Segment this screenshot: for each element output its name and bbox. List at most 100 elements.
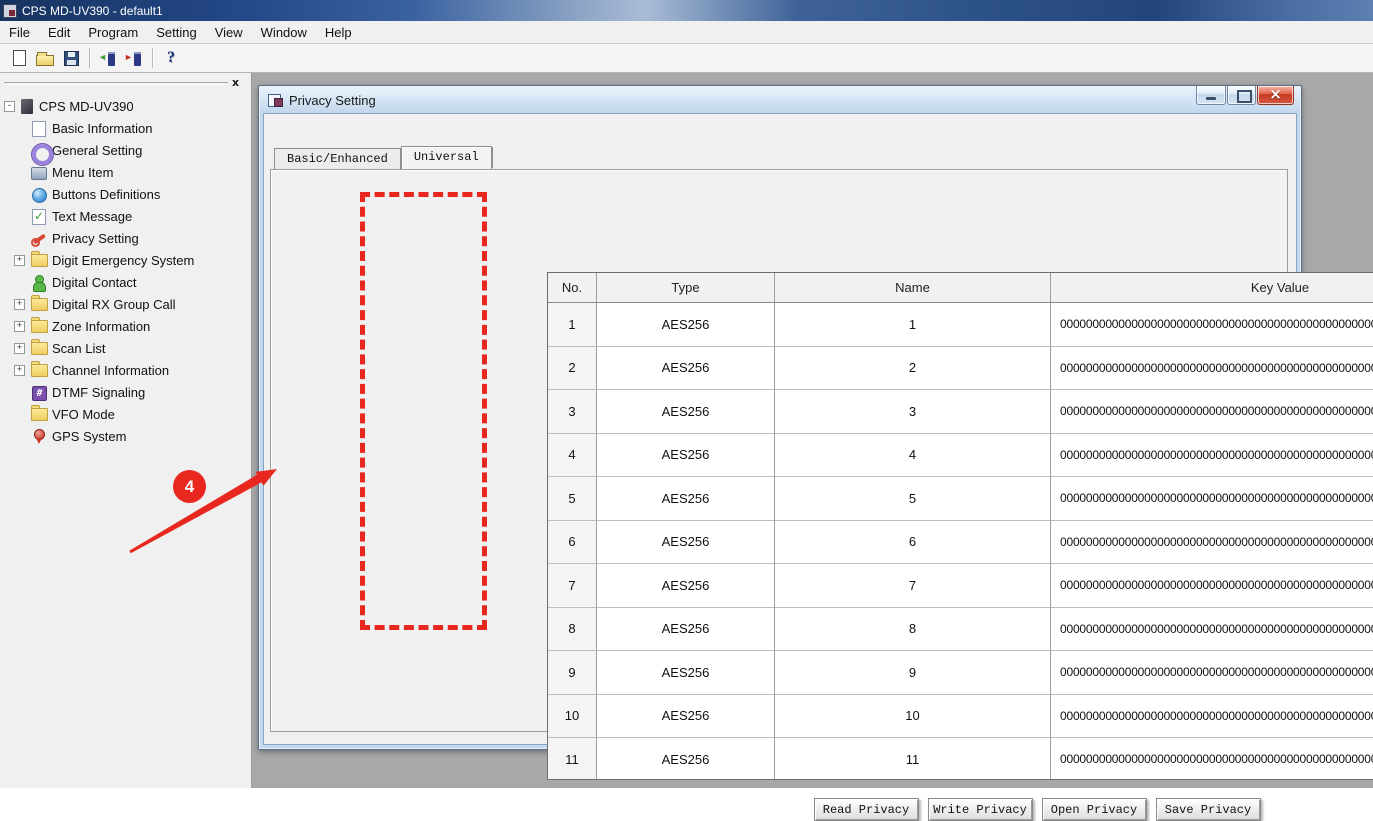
privacy-setting-dialog: Privacy Setting Basic/EnhancedUniversal … [258, 85, 1302, 750]
cell-name: 10 [775, 695, 1051, 739]
cell-type: AES256 [597, 390, 775, 434]
tab-universal[interactable]: Universal [401, 146, 492, 169]
privacy-table: No.TypeNameKey Value 1AES256100000000000… [547, 272, 1373, 780]
cell-key: 0000000000000000000000000000000000000000… [1051, 434, 1373, 478]
button-read-privacy[interactable]: Read Privacy [814, 798, 919, 821]
app-icon [3, 4, 17, 18]
dialog-button-row: Read Privacy Write Privacy Open Privacy Sav… [547, 798, 1373, 821]
sidebar-item-buttons-definitions[interactable]: Buttons Definitions [2, 183, 249, 205]
cell-no: 11 [548, 738, 597, 779]
sidebar-item-basic-information[interactable]: Basic Information [2, 117, 249, 139]
table-row[interactable]: 7AES256700000000000000000000000000000000… [548, 564, 1373, 608]
sidebar-item-digital-rx-group-call[interactable]: +Digital RX Group Call [2, 293, 249, 315]
folder-icon [31, 364, 46, 379]
cell-key: 0000000000000000000000000000000000000000… [1051, 608, 1373, 652]
tree-expander-icon[interactable]: + [14, 343, 25, 354]
table-row[interactable]: 3AES256300000000000000000000000000000000… [548, 390, 1373, 434]
window-title: CPS MD-UV390 - default1 [22, 4, 163, 18]
column-header-key-value: Key Value [1051, 273, 1373, 302]
cell-type: AES256 [597, 738, 775, 779]
gps-icon [31, 429, 46, 444]
cell-no: 9 [548, 651, 597, 695]
toolbar-save-file-button[interactable] [58, 46, 84, 70]
dialog-title-bar[interactable]: Privacy Setting [260, 87, 1300, 113]
tree-expander-icon[interactable]: + [14, 365, 25, 376]
button-open-privacy[interactable]: Open Privacy [1042, 798, 1147, 821]
toolbar-help-button[interactable] [158, 46, 184, 70]
menu-item-setting[interactable]: Setting [147, 21, 205, 43]
cell-no: 3 [548, 390, 597, 434]
sidebar-item-label: Digit Emergency System [52, 253, 194, 268]
table-row[interactable]: 11AES25611000000000000000000000000000000… [548, 738, 1373, 779]
cell-key: 0000000000000000000000000000000000000000… [1051, 564, 1373, 608]
sidebar-item-scan-list[interactable]: +Scan List [2, 337, 249, 359]
sidebar-item-text-message[interactable]: Text Message [2, 205, 249, 227]
sidebar-gripper[interactable] [4, 82, 228, 85]
dialog-title: Privacy Setting [289, 93, 376, 108]
table-row[interactable]: 1AES256100000000000000000000000000000000… [548, 303, 1373, 347]
app-icon [21, 99, 33, 114]
sidebar-item-label: Text Message [52, 209, 132, 224]
menu-item-help[interactable]: Help [316, 21, 361, 43]
folder-icon [31, 254, 46, 269]
table-header-row: No.TypeNameKey Value [548, 273, 1373, 303]
sidebar-item-menu-item[interactable]: Menu Item [2, 161, 249, 183]
sidebar-item-digit-emergency-system[interactable]: + Digit Emergency System [2, 249, 249, 271]
menu-item-window[interactable]: Window [252, 21, 316, 43]
help-icon [167, 49, 175, 67]
sidebar-item-vfo-mode[interactable]: VFO Mode [2, 403, 249, 425]
sidebar-item-privacy-setting[interactable]: Privacy Setting [2, 227, 249, 249]
toolbar-write-to-radio-button[interactable] [121, 46, 147, 70]
cell-name: 7 [775, 564, 1051, 608]
sidebar-item-digital-contact[interactable]: Digital Contact [2, 271, 249, 293]
table-row[interactable]: 6AES256600000000000000000000000000000000… [548, 521, 1373, 565]
tree-expander-icon[interactable]: + [14, 299, 25, 310]
cell-key: 0000000000000000000000000000000000000000… [1051, 651, 1373, 695]
cell-name: 9 [775, 651, 1051, 695]
table-row[interactable]: 9AES256900000000000000000000000000000000… [548, 651, 1373, 695]
menu-item-program[interactable]: Program [79, 21, 147, 43]
maximize-button[interactable] [1227, 86, 1256, 105]
minimize-button[interactable] [1196, 86, 1226, 105]
tree-expander-icon[interactable]: - [4, 101, 15, 112]
sidebar-panel: x -CPS MD-UV390Basic InformationGeneral … [0, 73, 252, 788]
table-row[interactable]: 5AES256500000000000000000000000000000000… [548, 477, 1373, 521]
toolbar-open-file-button[interactable] [32, 46, 58, 70]
folder-icon [31, 342, 46, 357]
sidebar-item-gps-system[interactable]: GPS System [2, 425, 249, 447]
sidebar-close-icon[interactable]: x [228, 75, 243, 90]
sidebar-item-label: Menu Item [52, 165, 113, 180]
button-write-privacy[interactable]: Write Privacy [928, 798, 1033, 821]
button-save-privacy[interactable]: Save Privacy [1156, 798, 1261, 821]
column-header-no: No. [548, 273, 597, 302]
sidebar-item-label: Buttons Definitions [52, 187, 160, 202]
table-row[interactable]: 4AES256400000000000000000000000000000000… [548, 434, 1373, 478]
sidebar-item-channel-information[interactable]: + Channel Information [2, 359, 249, 381]
sidebar-item-general-setting[interactable]: General Setting [2, 139, 249, 161]
sidebar-item-zone-information[interactable]: +Zone Information [2, 315, 249, 337]
application-window: CPS MD-UV390 - default1 FileEditProgramS… [0, 0, 1373, 788]
table-row[interactable]: 8AES256800000000000000000000000000000000… [548, 608, 1373, 652]
menu-item-edit[interactable]: Edit [39, 21, 79, 43]
tree-expander-icon[interactable]: + [14, 255, 25, 266]
table-row[interactable]: 2AES256200000000000000000000000000000000… [548, 347, 1373, 391]
menu-item-view[interactable]: View [206, 21, 252, 43]
sidebar-root-cps-md-uv390[interactable]: -CPS MD-UV390 [2, 95, 249, 117]
cell-type: AES256 [597, 477, 775, 521]
tree-expander-icon[interactable]: + [14, 321, 25, 332]
close-button[interactable] [1257, 86, 1294, 105]
sidebar-item-label: Privacy Setting [52, 231, 139, 246]
cell-type: AES256 [597, 347, 775, 391]
toolbar-read-from-radio-button[interactable] [95, 46, 121, 70]
sidebar-item-label: Channel Information [52, 363, 169, 378]
table-row[interactable]: 10AES25610000000000000000000000000000000… [548, 695, 1373, 739]
document-icon [31, 121, 46, 136]
read-from-radio-icon [98, 50, 118, 67]
toolbar-new-file-button[interactable] [6, 46, 32, 70]
sidebar-item-label: VFO Mode [52, 407, 115, 422]
toolbar-separator [89, 48, 90, 68]
menu-item-file[interactable]: File [0, 21, 39, 43]
sidebar-item-dtmf-signaling[interactable]: DTMF Signaling [2, 381, 249, 403]
dialog-icon [268, 94, 283, 107]
tab-basic-enhanced[interactable]: Basic/Enhanced [274, 148, 401, 169]
